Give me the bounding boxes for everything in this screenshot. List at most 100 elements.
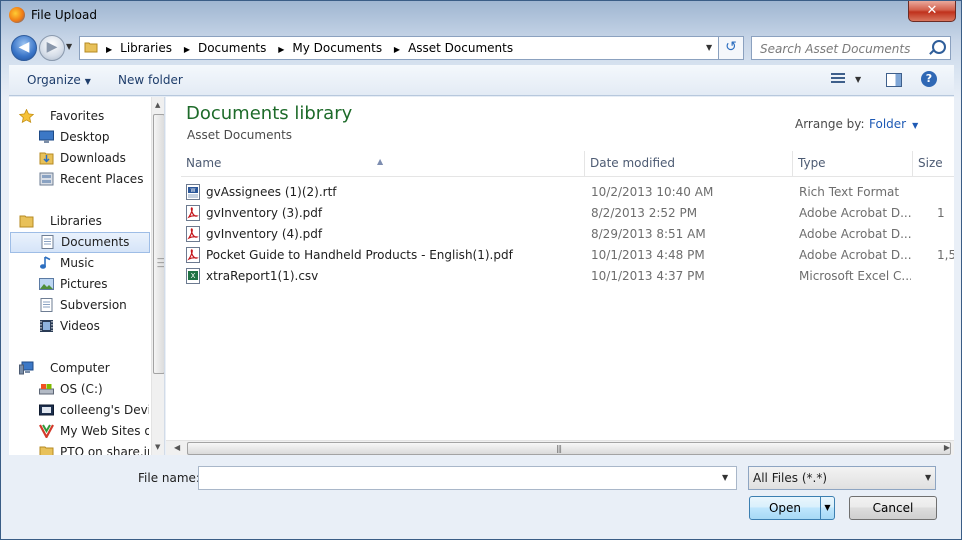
svg-text:X: X bbox=[191, 272, 196, 280]
sidebar-item-label: PTO on share.int bbox=[60, 445, 149, 455]
file-date: 8/2/2013 2:52 PM bbox=[591, 206, 698, 220]
back-button[interactable]: ◀ bbox=[11, 35, 37, 61]
sidebar-item-label: Downloads bbox=[60, 151, 126, 165]
rtf-file-icon: W bbox=[186, 183, 200, 200]
breadcrumb-my-documents[interactable]: My Documents bbox=[292, 41, 382, 55]
column-size[interactable]: Size bbox=[913, 151, 954, 176]
sidebar-item-downloads[interactable]: Downloads bbox=[9, 148, 149, 169]
help-icon[interactable]: ? bbox=[921, 71, 937, 87]
breadcrumb-libraries[interactable]: Libraries bbox=[120, 41, 172, 55]
open-options-dropdown-icon[interactable]: ▼ bbox=[820, 497, 834, 519]
file-name-combobox[interactable]: ▼ bbox=[198, 466, 737, 490]
history-dropdown-icon[interactable]: ▼ bbox=[66, 42, 72, 51]
arrange-by-dropdown[interactable]: Folder ▼ bbox=[869, 117, 918, 131]
address-bar[interactable]: ▶ Libraries ▶ Documents ▶ My Documents ▶ Ass… bbox=[79, 36, 719, 60]
column-date-modified[interactable]: Date modified bbox=[585, 151, 793, 176]
sidebar-item-my-web-sites[interactable]: My Web Sites on bbox=[9, 421, 149, 442]
chevron-right-icon[interactable]: ▶ bbox=[106, 39, 112, 61]
scroll-down-icon[interactable]: ▼ bbox=[155, 443, 160, 451]
scroll-left-icon[interactable]: ◀ bbox=[174, 443, 180, 452]
file-list-pane: Documents library Asset Documents Arrang… bbox=[166, 97, 954, 455]
views-dropdown-icon[interactable]: ▼ bbox=[855, 65, 861, 95]
sidebar-item-recent-places[interactable]: Recent Places bbox=[9, 169, 149, 190]
scrollbar-thumb[interactable]: ||| bbox=[187, 442, 951, 455]
file-type: Adobe Acrobat D... bbox=[799, 206, 911, 220]
sidebar-item-pictures[interactable]: Pictures bbox=[9, 274, 149, 295]
sidebar-item-label: Recent Places bbox=[60, 172, 144, 186]
refresh-button[interactable]: ↺ bbox=[718, 36, 744, 60]
navigation-bar: ◀ ▶ ▼ ▶ Libraries ▶ Documents ▶ My Document… bbox=[1, 33, 961, 61]
table-row[interactable]: XxtraReport1(1).csv 10/1/2013 4:37 PM Mi… bbox=[181, 266, 954, 287]
forward-button[interactable]: ▶ bbox=[39, 35, 65, 61]
search-input[interactable] bbox=[758, 38, 932, 60]
file-size: 1 bbox=[937, 206, 945, 220]
device-icon bbox=[39, 404, 54, 416]
organize-button[interactable]: Organize ▼ bbox=[27, 65, 91, 95]
file-type: Microsoft Excel C... bbox=[799, 269, 911, 283]
cancel-button[interactable]: Cancel bbox=[849, 496, 937, 520]
sidebar-item-label: Favorites bbox=[50, 109, 105, 123]
sidebar-item-subversion[interactable]: Subversion bbox=[9, 295, 149, 316]
videos-icon bbox=[40, 320, 53, 332]
file-type: Rich Text Format bbox=[799, 185, 900, 199]
title-bar[interactable]: File Upload ✕ bbox=[1, 1, 961, 31]
sidebar-item-os-c[interactable]: OS (C:) bbox=[9, 379, 149, 400]
change-view-icon[interactable] bbox=[831, 73, 845, 85]
table-row[interactable]: gvInventory (4).pdf 8/29/2013 8:51 AM Ad… bbox=[181, 224, 954, 245]
navigation-pane: Favorites Desktop Downloads Recent Place… bbox=[9, 97, 165, 455]
column-header: Name ▲ Date modified Type Size bbox=[181, 151, 954, 177]
search-icon[interactable] bbox=[932, 40, 946, 54]
sidebar-item-label: Documents bbox=[61, 235, 130, 249]
file-name: xtraReport1(1).csv bbox=[206, 269, 319, 283]
pdf-file-icon bbox=[186, 246, 200, 263]
sidebar-item-libraries[interactable]: Libraries bbox=[9, 211, 149, 232]
table-row[interactable]: Pocket Guide to Handheld Products - Engl… bbox=[181, 245, 954, 266]
arrange-by-label: Arrange by: bbox=[795, 117, 865, 131]
horizontal-scrollbar[interactable]: ◀ ||| ▶ bbox=[166, 440, 954, 455]
chevron-right-icon[interactable]: ▶ bbox=[278, 39, 284, 61]
preview-pane-icon[interactable] bbox=[886, 73, 902, 87]
file-type-filter[interactable]: All Files (*.*) ▼ bbox=[748, 466, 936, 490]
sidebar-item-music[interactable]: Music bbox=[9, 253, 149, 274]
sidebar-item-pto-share[interactable]: PTO on share.int bbox=[9, 442, 149, 455]
sidebar-item-computer[interactable]: Computer bbox=[9, 358, 149, 379]
close-button[interactable]: ✕ bbox=[908, 1, 956, 22]
chevron-down-icon: ▼ bbox=[925, 473, 932, 482]
chevron-down-icon[interactable]: ▼ bbox=[722, 467, 728, 489]
refresh-icon: ↺ bbox=[725, 39, 737, 55]
scroll-up-icon[interactable]: ▲ bbox=[155, 101, 160, 109]
breadcrumb-asset-documents[interactable]: Asset Documents bbox=[408, 41, 513, 55]
scrollbar-thumb[interactable]: — — — bbox=[153, 114, 165, 374]
sidebar-item-documents[interactable]: Documents bbox=[10, 232, 150, 253]
chevron-right-icon[interactable]: ▶ bbox=[394, 39, 400, 61]
table-row[interactable]: gvInventory (3).pdf 8/2/2013 2:52 PM Ado… bbox=[181, 203, 954, 224]
file-date: 10/1/2013 4:37 PM bbox=[591, 269, 705, 283]
recent-places-icon bbox=[39, 172, 54, 186]
search-box[interactable] bbox=[751, 36, 951, 60]
sidebar-item-label: Computer bbox=[50, 361, 110, 375]
address-dropdown-icon[interactable]: ▼ bbox=[706, 37, 712, 59]
sidebar-item-videos[interactable]: Videos bbox=[9, 316, 149, 337]
breadcrumb-documents[interactable]: Documents bbox=[198, 41, 266, 55]
column-name[interactable]: Name ▲ bbox=[181, 151, 585, 176]
navigation-scrollbar[interactable]: ▲ — — — ▼ bbox=[151, 97, 165, 455]
column-name-label: Name bbox=[186, 156, 222, 170]
scroll-right-icon[interactable]: ▶ bbox=[944, 443, 950, 452]
pdf-file-icon bbox=[186, 225, 200, 242]
chevron-right-icon[interactable]: ▶ bbox=[184, 39, 190, 61]
column-type[interactable]: Type bbox=[793, 151, 913, 176]
grip-icon: — — — bbox=[157, 254, 165, 271]
file-name: gvInventory (3).pdf bbox=[206, 206, 323, 220]
new-folder-button[interactable]: New folder bbox=[118, 65, 183, 95]
open-button-label: Open bbox=[768, 501, 802, 515]
documents-icon bbox=[41, 235, 54, 249]
open-button[interactable]: Open ▼ bbox=[749, 496, 835, 520]
table-row[interactable]: WgvAssignees (1)(2).rtf 10/2/2013 10:40 … bbox=[181, 182, 954, 203]
sidebar-item-label: colleeng's Device bbox=[60, 403, 149, 417]
downloads-folder-icon bbox=[39, 152, 54, 165]
computer-icon bbox=[19, 361, 34, 375]
sidebar-item-desktop[interactable]: Desktop bbox=[9, 127, 149, 148]
sidebar-item-device[interactable]: colleeng's Device bbox=[9, 400, 149, 421]
file-name-input[interactable] bbox=[203, 468, 717, 490]
sidebar-item-favorites[interactable]: Favorites bbox=[9, 106, 149, 127]
